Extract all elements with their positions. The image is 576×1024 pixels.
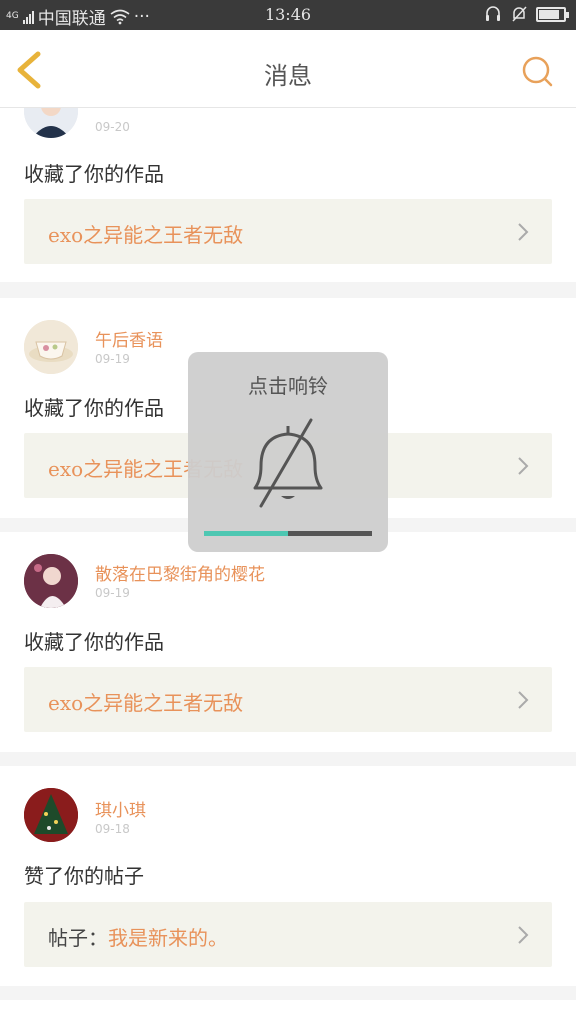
post-link[interactable]: 帖子：我是新来的。 [24,902,552,967]
search-icon[interactable] [520,54,556,90]
volume-slider[interactable] [204,531,372,536]
page-title: 消息 [264,62,312,90]
message-action: 收藏了你的作品 [24,396,164,420]
message-date: 09-18 [95,822,130,836]
chevron-right-icon [518,223,529,241]
tree-avatar-icon [24,788,78,842]
username[interactable]: 琪小琪 [95,796,146,821]
message-item[interactable] [0,1000,576,1024]
work-link[interactable]: exo之异能之王者无敌 [24,667,552,732]
chevron-right-icon [518,691,529,709]
toast-title: 点击响铃 [248,374,328,398]
username[interactable]: 散落在巴黎街角的樱花 [95,560,265,585]
header-bar: 消息 [0,30,576,108]
volume-level [204,531,288,536]
message-item[interactable]: 散落在巴黎街角的樱花 09-19 收藏了你的作品 exo之异能之王者无敌 [0,532,576,752]
message-action: 赞了你的帖子 [24,864,144,888]
chevron-right-icon [518,926,529,944]
avatar[interactable] [24,320,78,374]
username[interactable]: 午后香语 [95,326,163,351]
message-action: 收藏了你的作品 [24,630,164,654]
message-item[interactable]: 琪小琪 09-18 赞了你的帖子 帖子：我是新来的。 [0,766,576,986]
avatar[interactable] [24,788,78,842]
work-title: exo之异能之王者无敌 [48,223,244,247]
teacup-avatar-icon [24,320,78,374]
message-date: 09-19 [95,586,130,600]
ringer-toast[interactable]: 点击响铃 [188,352,388,552]
work-link[interactable]: exo之异能之王者无敌 [24,199,552,264]
work-title: exo之异能之王者无敌 [48,691,244,715]
chevron-right-icon [518,457,529,475]
message-date: 09-19 [95,352,130,366]
bell-off-icon [253,418,323,508]
message-date: 09-20 [95,120,130,134]
girl-avatar-icon [24,554,78,608]
avatar[interactable] [24,554,78,608]
post-title: 帖子：我是新来的。 [48,926,228,950]
message-action: 收藏了你的作品 [24,162,164,186]
